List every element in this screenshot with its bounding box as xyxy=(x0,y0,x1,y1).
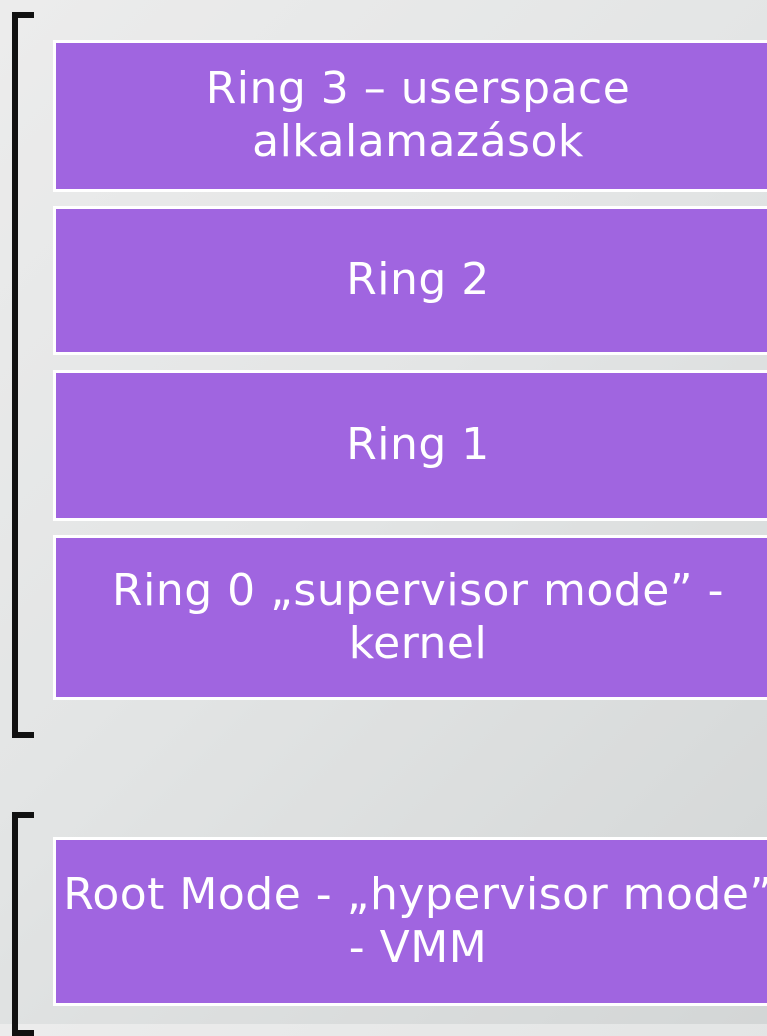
ring-2-box: Ring 2 xyxy=(53,206,767,355)
upper-group-bracket xyxy=(12,12,34,738)
ring-2-label: Ring 2 xyxy=(346,254,490,306)
ring-3-label: Ring 3 – userspace alkalamazások xyxy=(205,63,631,167)
ring-0-label: Ring 0 „supervisor mode” - kernel xyxy=(112,564,724,669)
ring-1-label: Ring 1 xyxy=(346,419,490,471)
ring-1-box: Ring 1 xyxy=(53,370,767,521)
ring-0-box: Ring 0 „supervisor mode” - kernel xyxy=(53,535,767,700)
lower-group-bracket xyxy=(12,812,34,1036)
ring-3-box: Ring 3 – userspace alkalamazások xyxy=(53,40,767,192)
root-mode-label: Root Mode - „hypervisor mode” - VMM xyxy=(63,868,767,973)
root-mode-box: Root Mode - „hypervisor mode” - VMM xyxy=(53,837,767,1006)
